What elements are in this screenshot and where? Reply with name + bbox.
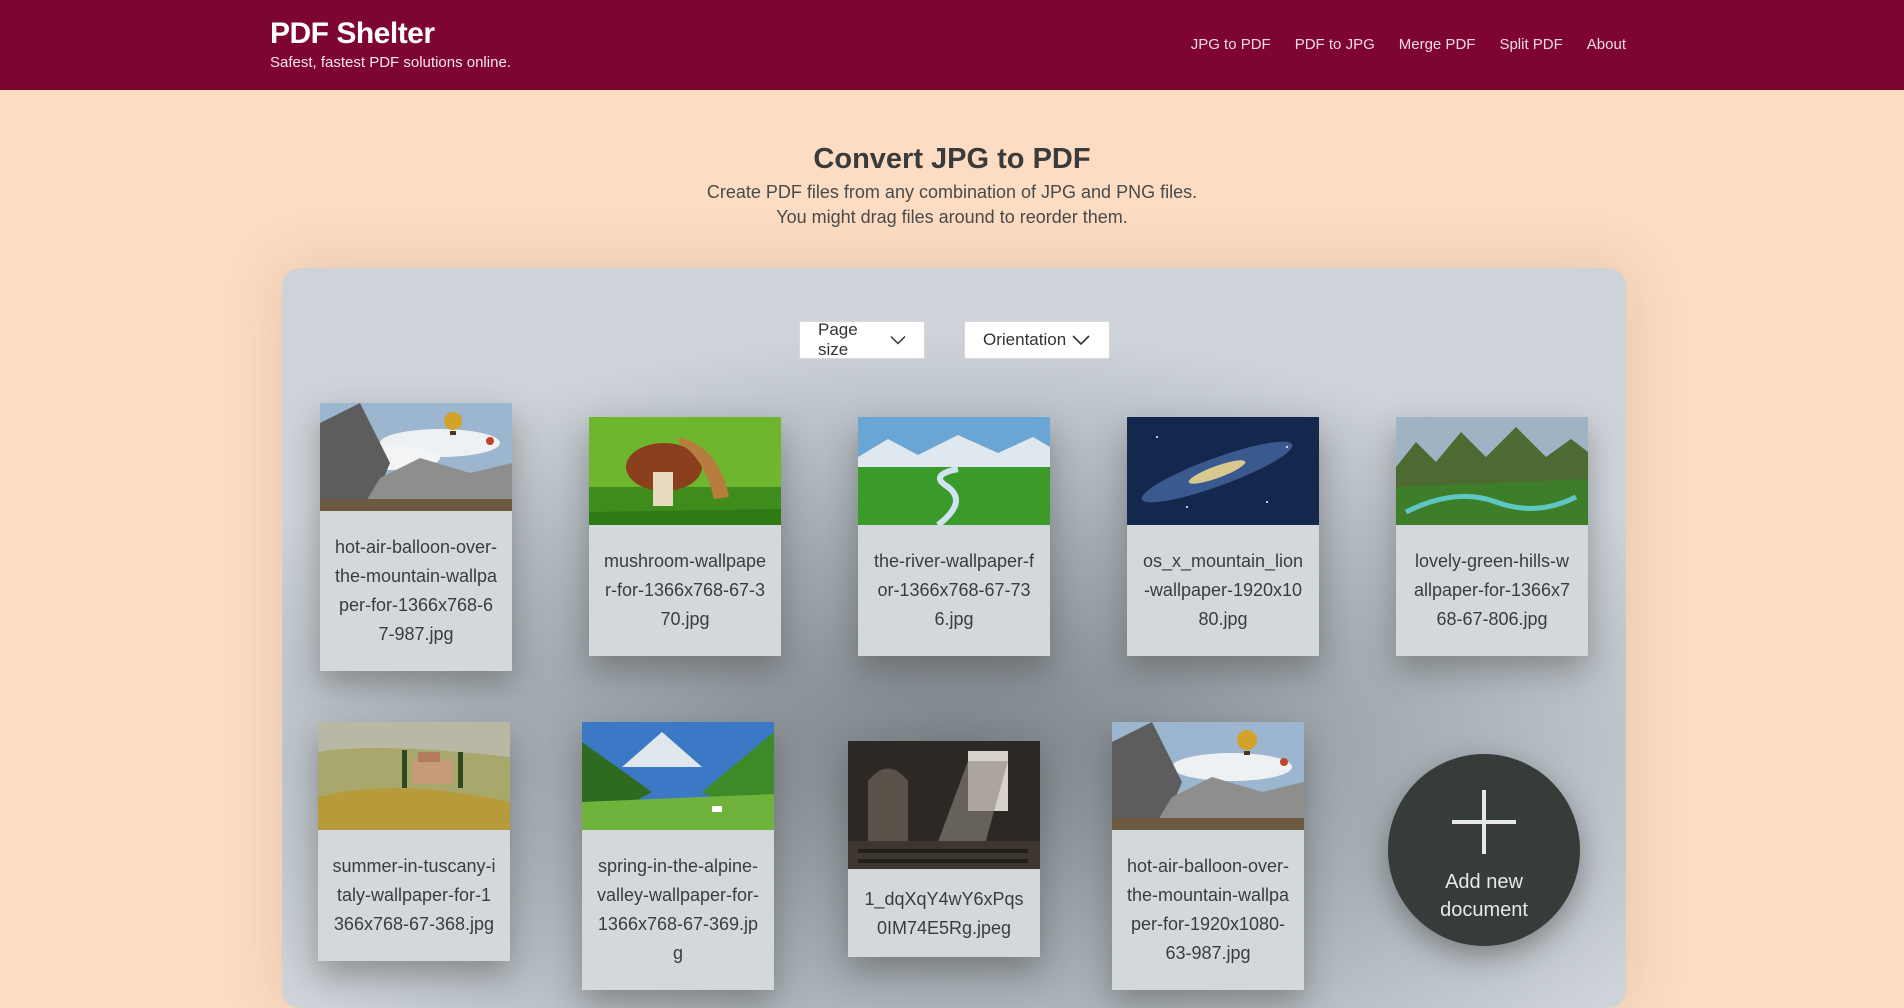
- file-card[interactable]: the-river-wallpaper-for-1366x768-67-736.…: [858, 417, 1050, 656]
- file-card[interactable]: spring-in-the-alpine-valley-wallpaper-fo…: [582, 722, 774, 990]
- page-size-dropdown[interactable]: Page size: [799, 320, 925, 359]
- nav-jpg-to-pdf[interactable]: JPG to PDF: [1191, 36, 1271, 53]
- file-card[interactable]: hot-air-balloon-over-the-mountain-wallpa…: [1112, 722, 1304, 990]
- balloon-thumbnail: [1112, 722, 1304, 830]
- mushroom-thumbnail: [589, 417, 781, 525]
- file-card[interactable]: os_x_mountain_lion-wallpaper-1920x1080.j…: [1127, 417, 1319, 656]
- file-name: mushroom-wallpaper-for-1366x768-67-370.j…: [603, 551, 767, 629]
- brand-title[interactable]: PDF Shelter: [270, 16, 511, 52]
- intro-line-2: You might drag files around to reorder t…: [776, 207, 1128, 227]
- tuscany-thumbnail: [318, 722, 510, 830]
- nav-merge-pdf[interactable]: Merge PDF: [1399, 36, 1476, 53]
- top-header: PDF Shelter Safest, fastest PDF solution…: [0, 0, 1904, 90]
- plus-icon: [1452, 790, 1516, 854]
- file-card[interactable]: mushroom-wallpaper-for-1366x768-67-370.j…: [589, 417, 781, 656]
- balloon-thumbnail: [320, 403, 512, 511]
- add-label-line-1: Add new: [1445, 871, 1523, 893]
- nav-split-pdf[interactable]: Split PDF: [1499, 36, 1562, 53]
- brand-tagline: Safest, fastest PDF solutions online.: [270, 54, 511, 71]
- file-name: summer-in-tuscany-italy-wallpaper-for-13…: [332, 856, 496, 934]
- page-title: Convert JPG to PDF: [813, 143, 1091, 175]
- file-name: hot-air-balloon-over-the-mountain-wallpa…: [1126, 856, 1290, 963]
- alpine-thumbnail: [582, 722, 774, 830]
- file-name: the-river-wallpaper-for-1366x768-67-736.…: [873, 551, 1035, 629]
- file-card[interactable]: 1_dqXqY4wY6xPqs0IM74E5Rg.jpeg: [848, 741, 1040, 957]
- nav-about[interactable]: About: [1587, 36, 1626, 53]
- orientation-label: Orientation: [983, 330, 1067, 349]
- intro-line-1: Create PDF files from any combination of…: [706, 182, 1198, 202]
- file-name: spring-in-the-alpine-valley-wallpaper-fo…: [596, 856, 760, 963]
- file-name: hot-air-balloon-over-the-mountain-wallpa…: [334, 537, 498, 644]
- page-size-label: Page size: [818, 320, 858, 359]
- add-document-label: Add new document: [1388, 868, 1580, 924]
- file-card[interactable]: lovely-green-hills-wallpaper-for-1366x76…: [1396, 417, 1588, 656]
- church-thumbnail: [848, 741, 1040, 869]
- river-thumbnail: [858, 417, 1050, 525]
- nav-pdf-to-jpg[interactable]: PDF to JPG: [1295, 36, 1375, 53]
- hills-thumbnail: [1396, 417, 1588, 525]
- file-card[interactable]: summer-in-tuscany-italy-wallpaper-for-13…: [318, 722, 510, 961]
- main-nav: JPG to PDF PDF to JPG Merge PDF Split PD…: [1191, 36, 1626, 53]
- chevron-down-icon: [1072, 335, 1090, 346]
- add-label-line-2: document: [1440, 899, 1528, 921]
- chevron-down-icon: [890, 335, 906, 345]
- file-card[interactable]: hot-air-balloon-over-the-mountain-wallpa…: [320, 403, 512, 671]
- orientation-dropdown[interactable]: Orientation: [964, 321, 1110, 359]
- file-name: os_x_mountain_lion-wallpaper-1920x1080.j…: [1142, 551, 1304, 629]
- file-name: lovely-green-hills-wallpaper-for-1366x76…: [1413, 551, 1571, 629]
- add-document-button[interactable]: Add new document: [1388, 754, 1580, 946]
- file-name: 1_dqXqY4wY6xPqs0IM74E5Rg.jpeg: [864, 889, 1024, 938]
- file-workspace-panel: Page size Orientation hot-air-balloon-ov…: [282, 268, 1626, 1008]
- galaxy-thumbnail: [1127, 417, 1319, 525]
- intro-section: Convert JPG to PDF Create PDF files from…: [0, 140, 1904, 230]
- brand[interactable]: PDF Shelter Safest, fastest PDF solution…: [270, 16, 511, 72]
